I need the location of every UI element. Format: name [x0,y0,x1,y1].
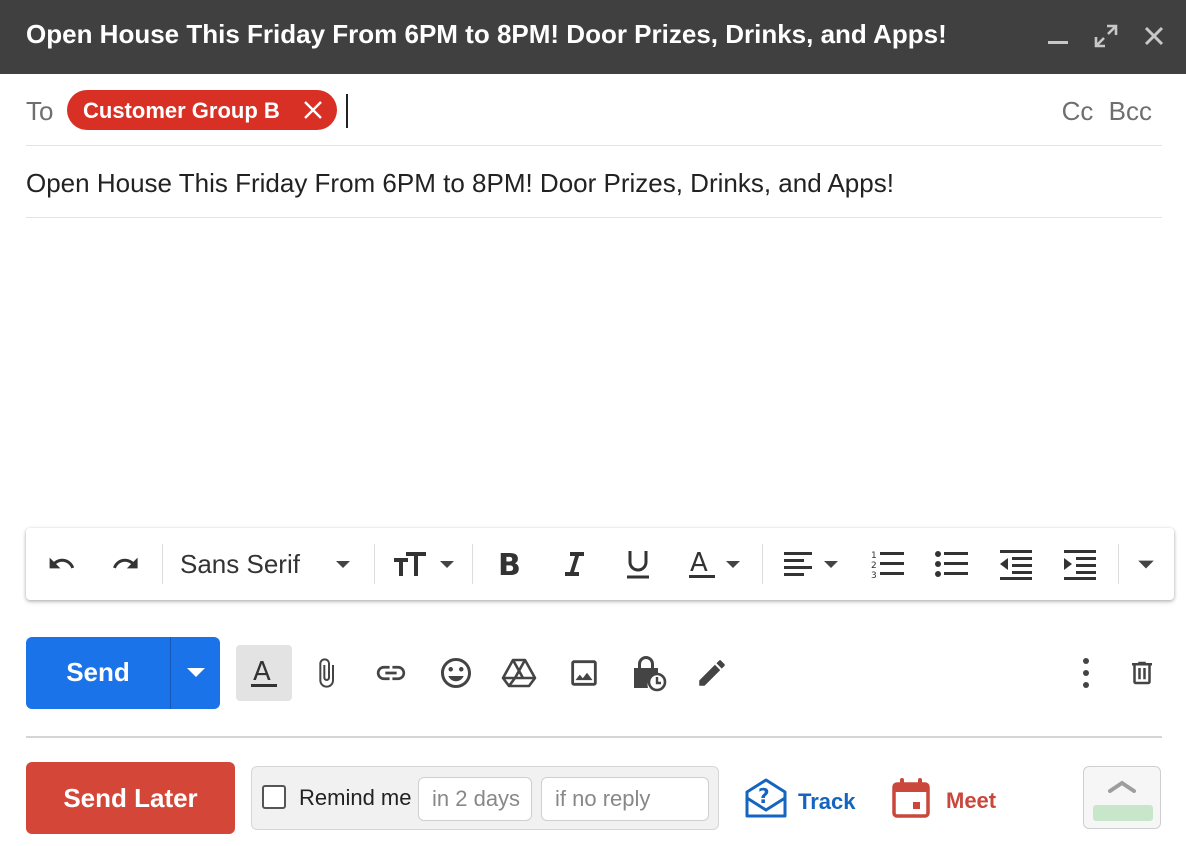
formatting-toolbar: Sans Serif B A 123 [26,528,1174,600]
redo-icon[interactable] [110,546,142,582]
bold-icon[interactable]: B [496,546,524,582]
to-label: To [26,96,54,126]
recipients-row[interactable]: To Customer Group B Cc Bcc [26,74,1162,146]
font-family-select[interactable]: Sans Serif [180,546,352,582]
remove-recipient-icon[interactable] [301,98,325,122]
meet-label: Meet [946,788,997,813]
font-family-value: Sans Serif [180,548,300,579]
recipient-chip-label: Customer Group B [83,98,280,123]
svg-text:3: 3 [871,571,877,580]
extension-divider [26,736,1162,738]
bcc-link[interactable]: Bcc [1109,96,1152,126]
chevron-up-icon [1108,780,1136,793]
discard-icon[interactable] [1114,645,1170,701]
send-later-button[interactable]: Send Later [26,762,235,834]
remind-delay-input[interactable] [418,777,532,821]
italic-icon[interactable] [560,546,588,582]
recipient-chip[interactable]: Customer Group B [67,90,337,130]
text-color-icon[interactable]: A [686,546,742,582]
underline-icon[interactable] [624,546,652,582]
drive-icon[interactable] [491,645,547,701]
svg-text:A: A [690,548,708,578]
close-icon[interactable] [1140,22,1168,50]
more-formatting-icon[interactable] [1136,546,1156,582]
expand-icon[interactable] [1092,22,1120,50]
message-body[interactable] [26,220,1162,520]
chevron-down-icon [187,668,205,677]
indent-less-icon[interactable] [998,546,1034,582]
emoji-icon[interactable] [428,645,484,701]
calendar-icon [892,778,930,818]
remind-me-checkbox[interactable] [262,785,286,809]
link-icon[interactable] [363,645,419,701]
svg-text:2: 2 [871,561,877,571]
align-icon[interactable] [782,546,840,582]
send-options-button[interactable] [171,637,220,709]
remind-me-label: Remind me [299,785,412,810]
text-cursor [346,94,348,128]
formatting-options-icon[interactable]: A [236,645,292,701]
track-label: Track [798,789,856,814]
meet-button[interactable]: Meet [891,776,996,824]
compose-title-bar[interactable]: Open House This Friday From 6PM to 8PM! … [0,0,1186,74]
svg-text:1: 1 [871,551,877,561]
svg-text:?: ? [758,784,770,808]
subject-field[interactable]: Open House This Friday From 6PM to 8PM! … [26,168,894,199]
cc-link[interactable]: Cc [1062,96,1094,126]
compose-window-title: Open House This Friday From 6PM to 8PM! … [26,19,947,49]
more-options-icon[interactable] [1058,645,1114,701]
signature-icon[interactable] [684,645,740,701]
indent-more-icon[interactable] [1062,546,1098,582]
chevron-down-icon [335,561,350,568]
cc-bcc-links: Cc Bcc [1062,96,1152,127]
track-envelope-icon: ? [745,778,787,818]
confidential-mode-icon[interactable] [620,645,676,701]
bulleted-list-icon[interactable] [934,546,970,582]
text-size-icon[interactable] [392,546,456,582]
svg-text:B: B [498,548,521,580]
send-button[interactable]: Send [26,657,170,688]
numbered-list-icon[interactable]: 123 [870,546,906,582]
undo-icon[interactable] [46,546,78,582]
svg-text:A: A [253,657,271,687]
remind-condition-input[interactable] [541,777,709,821]
remind-me-panel: Remind me [251,766,719,830]
expand-panel-button[interactable] [1083,766,1161,829]
attach-icon[interactable] [298,645,354,701]
photo-icon[interactable] [556,645,612,701]
minimize-icon[interactable] [1044,22,1072,50]
subject-row[interactable]: Open House This Friday From 6PM to 8PM! … [26,146,1162,218]
send-button-group: Send [26,637,220,709]
track-button[interactable]: ? Track [744,776,856,824]
